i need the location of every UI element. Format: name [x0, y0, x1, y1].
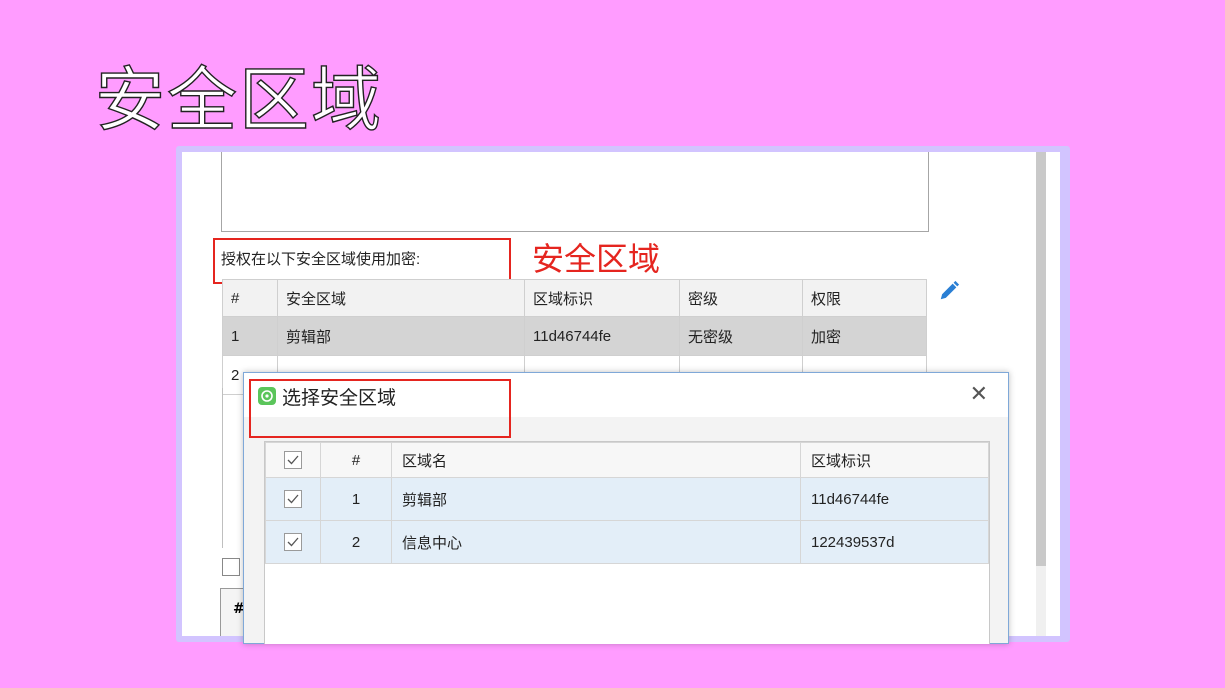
zone-pick-table: # 区域名 区域标识 1 剪辑部 11d46744fe 2 信息中心 12243… — [265, 442, 989, 564]
table-header-row: # 安全区域 区域标识 密级 权限 — [222, 279, 927, 317]
col-zone-id: 区域标识 — [524, 279, 680, 317]
cell-num: 2 — [320, 520, 392, 564]
col-zone-id: 区域标识 — [800, 442, 989, 478]
row-checkbox[interactable] — [284, 533, 302, 552]
row-checkbox[interactable] — [284, 490, 302, 509]
zone-list: # 区域名 区域标识 1 剪辑部 11d46744fe 2 信息中心 12243… — [264, 441, 990, 644]
vertical-scrollbar-thumb[interactable] — [1036, 152, 1046, 566]
select-all-checkbox[interactable] — [284, 451, 302, 470]
highlight-box-dialog-title — [249, 379, 511, 438]
cell-zone-name: 剪辑部 — [391, 477, 801, 521]
cell-num: 1 — [320, 477, 392, 521]
cell-zone-id: 11d46744fe — [524, 316, 680, 356]
row-check-cell — [265, 520, 321, 564]
cell-num: 1 — [222, 316, 278, 356]
table-row[interactable]: 1 剪辑部 11d46744fe — [265, 477, 989, 521]
cell-level: 无密级 — [679, 316, 803, 356]
slide-title: 安全区域 — [94, 58, 383, 141]
cell-permission: 加密 — [802, 316, 927, 356]
pencil-icon[interactable] — [938, 280, 960, 302]
col-level: 密级 — [679, 279, 803, 317]
col-num: # — [320, 442, 392, 478]
select-all-cell — [265, 442, 321, 478]
pick-header-row: # 区域名 区域标识 — [265, 442, 989, 478]
cell-zone: 剪辑部 — [277, 316, 525, 356]
table-left-border — [222, 388, 245, 548]
col-permission: 权限 — [802, 279, 927, 317]
col-zone-name: 区域名 — [391, 442, 801, 478]
col-num: # — [222, 279, 278, 317]
option-checkbox[interactable] — [222, 558, 240, 576]
table-row[interactable]: 2 信息中心 122439537d — [265, 520, 989, 564]
cell-zone-name: 信息中心 — [391, 520, 801, 564]
close-icon[interactable]: ✕ — [970, 381, 988, 409]
table-row[interactable]: 1 剪辑部 11d46744fe 无密级 加密 — [222, 316, 927, 356]
col-zone: 安全区域 — [277, 279, 525, 317]
description-textarea[interactable] — [221, 152, 929, 232]
dialog-body: # 区域名 区域标识 1 剪辑部 11d46744fe 2 信息中心 12243… — [244, 417, 1008, 644]
highlight-box-label — [213, 238, 511, 284]
vertical-scrollbar-track[interactable] — [1036, 566, 1046, 636]
cell-zone-id: 122439537d — [800, 520, 989, 564]
cell-zone-id: 11d46744fe — [800, 477, 989, 521]
annotation-text: 安全区域 — [532, 240, 661, 278]
row-check-cell — [265, 477, 321, 521]
